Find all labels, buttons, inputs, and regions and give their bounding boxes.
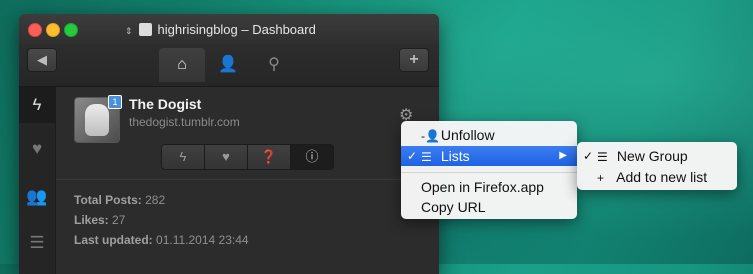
title-bar: ⇕ highrisingblog – Dashboard xyxy=(19,14,439,44)
list-icon: ☰ xyxy=(597,150,608,164)
checkmark-icon: ✓ xyxy=(583,149,594,163)
avatar[interactable]: 1 xyxy=(74,95,122,143)
main-tabs: ⌂ 👤 ⚲ xyxy=(159,48,297,82)
menu-item-unfollow[interactable]: -👤 Unfollow xyxy=(401,125,577,145)
submenu-item-new-group[interactable]: ✓ ☰ New Group xyxy=(577,146,737,166)
blog-switch-icon[interactable]: ⇕ xyxy=(125,26,133,36)
app-window: ⇕ highrisingblog – Dashboard ◀ ⌂ 👤 ⚲ + ϟ … xyxy=(19,14,439,274)
tab-blog-posts[interactable]: ϟ xyxy=(162,145,205,169)
stat-last-updated: Last updated: 01.11.2014 23:44 xyxy=(74,233,249,247)
dog-avatar-image xyxy=(85,104,109,136)
stat-last-updated-value: 01.11.2014 23:44 xyxy=(156,233,249,247)
blog-icon xyxy=(138,23,152,36)
submenu-item-new-group-label: New Group xyxy=(616,148,688,164)
context-menu: -👤 Unfollow ✓ ☰ Lists ▶ Open in Firefox.ap… xyxy=(401,121,577,219)
blog-view-tabs: ϟ ♥ ❓ ⓘ xyxy=(161,144,334,170)
lightning-icon: ϟ xyxy=(179,149,187,164)
menu-item-open-in-firefox[interactable]: Open in Firefox.app xyxy=(401,177,577,197)
submenu-arrow-icon: ▶ xyxy=(559,150,567,161)
sidebar: ϟ ♥ 👥 ☰ xyxy=(19,87,56,274)
window-title: ⇕ highrisingblog – Dashboard xyxy=(125,22,316,37)
tab-blog-likes[interactable]: ♥ xyxy=(205,145,248,169)
minimize-window-button[interactable] xyxy=(46,23,60,37)
zoom-window-button[interactable] xyxy=(64,23,78,37)
sidebar-item-lists[interactable]: ☰ xyxy=(19,225,55,261)
divider xyxy=(56,179,439,180)
search-icon: ⚲ xyxy=(268,56,280,73)
people-icon: 👥 xyxy=(26,187,48,206)
heart-icon: ♥ xyxy=(31,139,43,158)
tumblr-badge-icon: 1 xyxy=(108,95,122,109)
window-title-text: highrisingblog – Dashboard xyxy=(157,22,316,37)
stat-total-posts: Total Posts: 282 xyxy=(74,193,165,207)
person-icon: 👤 xyxy=(218,56,238,73)
heart-icon: ♥ xyxy=(222,149,230,164)
stat-total-posts-value: 282 xyxy=(145,193,166,207)
blog-url[interactable]: thedogist.tumblr.com xyxy=(129,115,240,129)
checkmark-icon: ✓ xyxy=(407,149,418,163)
menu-separator xyxy=(401,172,577,173)
menu-item-unfollow-label: Unfollow xyxy=(440,127,495,143)
sidebar-item-likes[interactable]: ♥ xyxy=(19,131,55,167)
tab-dashboard[interactable]: ⌂ xyxy=(159,48,205,82)
close-window-button[interactable] xyxy=(28,23,42,37)
tab-blog-ask[interactable]: ❓ xyxy=(248,145,291,169)
sidebar-item-activity[interactable]: ϟ xyxy=(19,87,55,123)
lightning-icon: ϟ xyxy=(32,95,42,114)
list-icon: ☰ xyxy=(29,233,45,252)
toolbar: ◀ ⌂ 👤 ⚲ + xyxy=(19,44,439,87)
plus-icon: + xyxy=(409,51,419,68)
submenu-item-add-to-new-list[interactable]: + Add to new list xyxy=(577,167,737,187)
menu-item-copy-url[interactable]: Copy URL xyxy=(401,197,577,217)
stat-likes-label: Likes: xyxy=(74,213,109,227)
plus-icon: + xyxy=(597,171,605,185)
badge-text: 1 xyxy=(112,97,118,107)
chat-icon: ❓ xyxy=(260,149,278,164)
back-icon: ◀ xyxy=(37,52,47,67)
stat-likes: Likes: 27 xyxy=(74,213,125,227)
house-icon: ⌂ xyxy=(177,56,187,73)
lists-submenu: ✓ ☰ New Group + Add to new list xyxy=(577,142,737,190)
back-button[interactable]: ◀ xyxy=(27,48,57,72)
unfollow-icon: -👤 xyxy=(421,129,440,143)
info-icon: ⓘ xyxy=(305,149,319,164)
stat-last-updated-label: Last updated: xyxy=(74,233,153,247)
blog-detail-panel: 1 The Dogist thedogist.tumblr.com ⚙ ϟ ♥ … xyxy=(56,87,439,274)
blog-name: The Dogist xyxy=(129,96,202,112)
tab-blog-info[interactable]: ⓘ xyxy=(291,145,333,169)
tab-search[interactable]: ⚲ xyxy=(251,48,297,82)
sidebar-item-following[interactable]: 👥 xyxy=(19,179,55,215)
submenu-item-add-to-new-list-label: Add to new list xyxy=(616,169,708,185)
tab-account[interactable]: 👤 xyxy=(205,48,251,82)
menu-item-lists[interactable]: ✓ ☰ Lists ▶ xyxy=(401,146,577,166)
menu-item-lists-label: Lists xyxy=(440,148,470,164)
stat-likes-value: 27 xyxy=(112,213,126,227)
stat-total-posts-label: Total Posts: xyxy=(74,193,142,207)
new-post-button[interactable]: + xyxy=(399,48,429,72)
list-icon: ☰ xyxy=(421,150,432,164)
